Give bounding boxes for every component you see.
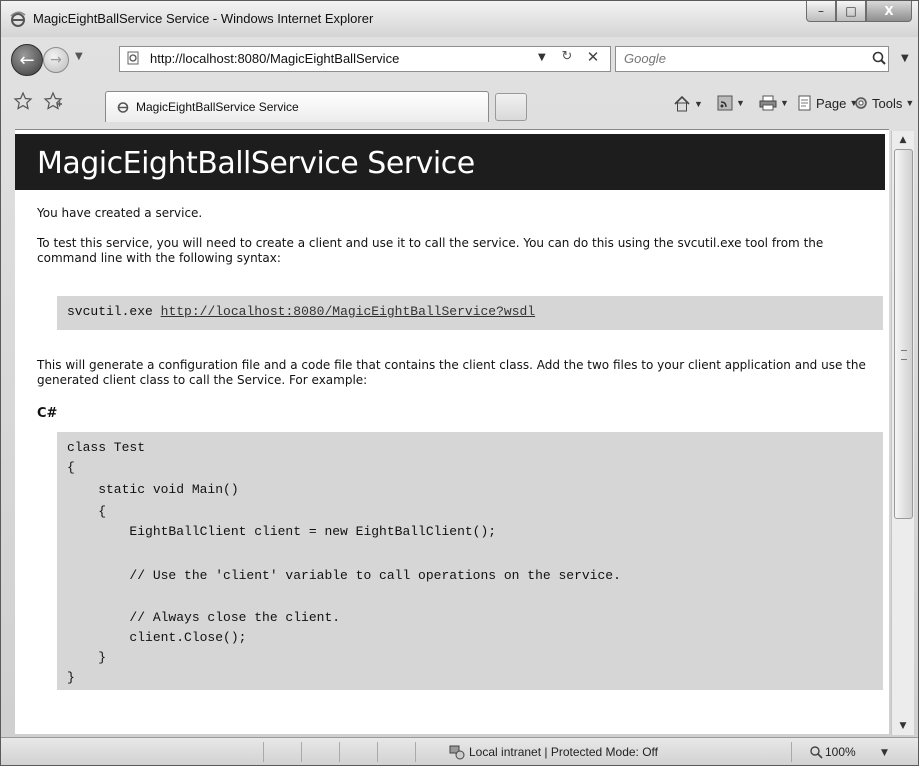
zoom-level[interactable]: 100% [825, 745, 856, 759]
tab-label: MagicEightBallService Service [136, 100, 299, 114]
address-bar[interactable]: http://localhost:8080/MagicEightBallServ… [119, 46, 611, 72]
code-text: class Test [67, 440, 146, 455]
svcutil-code-block: svcutil.exe http://localhost:8080/MagicE… [57, 296, 883, 330]
tools-icon [855, 97, 867, 109]
code-line: // Always close the client. [67, 610, 340, 628]
generate-text: This will generate a configuration file … [37, 358, 866, 387]
feeds-icon [717, 95, 733, 111]
address-dropdown-icon[interactable]: ▼ [538, 52, 546, 63]
tab-command-bar: MagicEightBallService Service ▼ ▼ ▼ Page… [1, 81, 918, 125]
print-button[interactable]: ▼ [759, 95, 789, 111]
search-dropdown-icon[interactable]: ▼ [901, 53, 909, 64]
code-text: { [67, 504, 107, 519]
svcutil-line: svcutil.exe http://localhost:8080/MagicE… [67, 304, 535, 322]
page-icon [127, 51, 139, 65]
window-controls: – □ X [806, 1, 912, 23]
code-text: EightBallClient client = new EightBallCl… [67, 524, 497, 539]
title-bar: MagicEightBallService Service - Windows … [1, 1, 918, 37]
code-text: // Use the 'client' variable to call ope… [67, 568, 621, 583]
feeds-button[interactable]: ▼ [717, 95, 745, 111]
code-line: { [67, 504, 106, 522]
status-divider [791, 742, 792, 762]
status-divider [263, 742, 264, 762]
browser-window: MagicEightBallService Service - Windows … [0, 0, 919, 766]
forward-arrow-icon: → [50, 52, 62, 68]
status-bar: Local intranet | Protected Mode: Off 100… [1, 737, 918, 765]
new-tab-button[interactable] [495, 93, 527, 121]
status-divider [377, 742, 378, 762]
back-arrow-icon: ← [19, 49, 35, 71]
csharp-code-block: class Test { static void Main() { EightB… [57, 432, 883, 690]
code-line: // Use the 'client' variable to call ope… [67, 568, 621, 586]
ie-page-icon [117, 102, 129, 113]
window-title: MagicEightBallService Service - Windows … [33, 11, 374, 26]
instructions-text: To test this service, you will need to c… [37, 236, 824, 265]
address-url[interactable]: http://localhost:8080/MagicEightBallServ… [150, 51, 399, 66]
tab-active[interactable]: MagicEightBallService Service [105, 91, 489, 122]
recent-pages-dropdown-icon[interactable]: ▼ [75, 51, 83, 62]
code-text: // Always close the client. [67, 610, 341, 625]
search-icon[interactable] [871, 50, 887, 66]
created-text: You have created a service. [37, 206, 203, 220]
scroll-grip-icon [901, 350, 907, 360]
vertical-scrollbar[interactable]: ▲ ▼ [891, 131, 914, 735]
code-line: static void Main() [67, 482, 239, 500]
svcutil-command: svcutil.exe [67, 304, 153, 319]
chevron-down-icon: ▼ [736, 98, 745, 108]
code-line: client.Close(); [67, 630, 246, 648]
code-line: } [67, 670, 75, 688]
page-header: MagicEightBallService Service [15, 134, 885, 190]
chevron-down-icon: ▼ [780, 98, 789, 108]
add-favorites-icon[interactable] [43, 91, 63, 111]
maximize-button[interactable]: □ [836, 1, 866, 22]
chevron-down-icon: ▼ [905, 98, 915, 108]
code-text: } [67, 650, 107, 665]
zoom-dropdown-icon[interactable]: ▼ [881, 748, 888, 758]
minimize-button[interactable]: – [806, 1, 836, 22]
ie-logo-icon [10, 11, 26, 27]
code-line: { [67, 460, 75, 478]
code-line: } [67, 650, 106, 668]
page-menu-button[interactable]: Page ▼ [797, 95, 858, 111]
code-text: } [67, 670, 75, 685]
search-box[interactable]: Google [615, 46, 889, 72]
code-text: { [67, 460, 75, 475]
home-icon [674, 95, 690, 112]
wsdl-link[interactable]: http://localhost:8080/MagicEightBallServ… [161, 304, 535, 319]
page-menu-label: Page [816, 95, 847, 111]
status-divider [339, 742, 340, 762]
language-label: C# [37, 406, 58, 421]
close-button[interactable]: X [866, 1, 912, 22]
navigation-bar: ← → ▼ http://localhost:8080/MagicEightBa… [1, 41, 918, 77]
tools-menu-button[interactable]: Tools ▼ [853, 95, 914, 111]
chevron-down-icon: ▼ [694, 99, 703, 109]
zoom-icon[interactable] [809, 745, 823, 759]
status-divider [301, 742, 302, 762]
code-text: static void Main() [67, 482, 239, 497]
scroll-down-icon[interactable]: ▼ [892, 717, 914, 735]
status-divider [415, 742, 416, 762]
scroll-up-icon[interactable]: ▲ [892, 131, 914, 149]
back-button[interactable]: ← [11, 44, 43, 76]
security-zone-text[interactable]: Local intranet | Protected Mode: Off [469, 745, 658, 759]
intranet-icon[interactable] [449, 744, 465, 760]
print-icon [759, 95, 777, 111]
code-line: class Test [67, 440, 145, 458]
code-line: EightBallClient client = new EightBallCl… [67, 524, 496, 542]
favorites-star-icon[interactable] [13, 91, 33, 111]
page-content: MagicEightBallService Service You have c… [15, 129, 889, 734]
refresh-icon[interactable]: ↻ [556, 49, 578, 64]
search-input[interactable]: Google [624, 51, 666, 66]
tools-menu-label: Tools [872, 95, 903, 111]
home-button[interactable]: ▼ [673, 95, 703, 113]
scrollbar-thumb[interactable] [894, 149, 913, 519]
page-title: MagicEightBallService Service [37, 146, 475, 181]
stop-icon[interactable]: ✕ [582, 48, 604, 66]
forward-button[interactable]: → [43, 47, 69, 73]
code-text: client.Close(); [67, 630, 247, 645]
page-icon [798, 95, 811, 111]
